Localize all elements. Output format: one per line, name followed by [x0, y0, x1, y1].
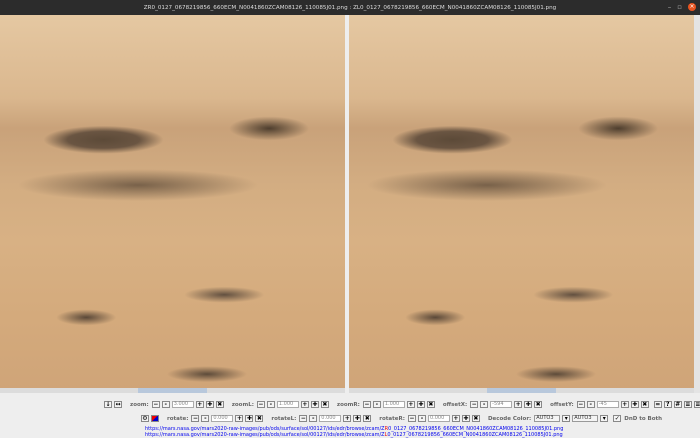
rotateL-increase[interactable]: + — [343, 415, 352, 422]
maximize-button[interactable]: ▫ — [677, 3, 682, 11]
decode-color-left-select[interactable]: AUTO3 — [534, 415, 561, 422]
grid-icon[interactable]: # — [673, 401, 682, 408]
zoomR-label: zoomR: — [336, 401, 360, 408]
rotateR-increase-more[interactable]: ✚ — [461, 415, 470, 422]
rotateL-decrease-more[interactable]: − — [299, 415, 308, 422]
zoomR-increase-more[interactable]: ✚ — [416, 401, 425, 408]
decode-color-label: Decode Color: — [487, 415, 532, 422]
zoomR-input[interactable]: 1.000 — [382, 401, 405, 408]
offsetY-reset[interactable]: ✖ — [640, 401, 649, 408]
rotateR-decrease[interactable]: - — [417, 415, 426, 422]
vertical-scrollbar[interactable] — [694, 15, 700, 393]
rotate-decrease[interactable]: - — [201, 415, 210, 422]
offsetX-decrease[interactable]: - — [480, 401, 489, 408]
zoom-decrease[interactable]: - — [161, 401, 170, 408]
rotate-increase-more[interactable]: ✚ — [245, 415, 254, 422]
chevron-down-icon[interactable]: ▾ — [562, 415, 571, 422]
rotateL-input[interactable]: 0.000 — [319, 415, 342, 422]
decode-color-right-select[interactable]: AUTO3 — [572, 415, 599, 422]
right-image-pane[interactable] — [349, 15, 694, 393]
zoomL-label: zoomL: — [231, 401, 254, 408]
offsetY-increase-more[interactable]: ✚ — [630, 401, 639, 408]
rotate-reset[interactable]: ✖ — [255, 415, 264, 422]
help-icon[interactable]: ? — [663, 401, 672, 408]
offsetX-increase[interactable]: + — [514, 401, 523, 408]
zoomL-increase[interactable]: + — [300, 401, 309, 408]
zoom-input[interactable]: 3.000 — [171, 401, 194, 408]
left-image-pane[interactable] — [0, 15, 345, 393]
zoomL-decrease-more[interactable]: − — [256, 401, 265, 408]
zoomL-input[interactable]: 1.000 — [276, 401, 299, 408]
rotateL-increase-more[interactable]: ✚ — [353, 415, 362, 422]
align-right-icon[interactable]: ≡ — [693, 401, 700, 408]
rotate-label: rotate: — [167, 415, 189, 422]
rotateL-decrease[interactable]: - — [309, 415, 318, 422]
zoom-increase-more[interactable]: ✚ — [205, 401, 214, 408]
chevron-down-icon[interactable]: ▾ — [600, 415, 609, 422]
link-suffix: 0_0127_0678219856_660ECM_N0041860ZCAM081… — [387, 432, 563, 438]
zoomR-increase[interactable]: + — [406, 401, 415, 408]
rotateR-reset[interactable]: ✖ — [471, 415, 480, 422]
rotateL-reset[interactable]: ✖ — [363, 415, 372, 422]
minimize-button[interactable]: – — [668, 3, 672, 11]
equal-icon[interactable]: = — [653, 401, 662, 408]
rotateR-input[interactable]: 0.000 — [427, 415, 450, 422]
offsetX-increase-more[interactable]: ✚ — [524, 401, 533, 408]
zoomR-decrease-more[interactable]: − — [362, 401, 371, 408]
dnd-checkbox[interactable]: ✓ — [613, 415, 622, 422]
rotateR-label: rotateR: — [379, 415, 405, 422]
offsetX-decrease-more[interactable]: − — [470, 401, 479, 408]
zoom-reset[interactable]: ✖ — [215, 401, 224, 408]
rotateL-label: rotateL: — [271, 415, 297, 422]
rotate-input[interactable]: 0.000 — [211, 415, 234, 422]
zoomL-increase-more[interactable]: ✚ — [310, 401, 319, 408]
rotate-increase[interactable]: + — [235, 415, 244, 422]
rotateR-decrease-more[interactable]: − — [407, 415, 416, 422]
rotateR-increase[interactable]: + — [451, 415, 460, 422]
zoomL-decrease[interactable]: - — [266, 401, 275, 408]
offsetY-input[interactable]: -45 — [596, 401, 619, 408]
left-image-link[interactable]: https://mars.nasa.gov/mars2020-raw-image… — [145, 432, 563, 438]
zoom-increase[interactable]: + — [195, 401, 204, 408]
offsetX-reset[interactable]: ✖ — [534, 401, 543, 408]
zoomR-reset[interactable]: ✖ — [426, 401, 435, 408]
zoomL-reset[interactable]: ✖ — [320, 401, 329, 408]
rotate-decrease-more[interactable]: − — [191, 415, 200, 422]
window-title: ZR0_0127_0678219856_660ECM_N0041860ZCAM0… — [143, 4, 557, 11]
zoom-decrease-more[interactable]: − — [151, 401, 160, 408]
link-prefix: https://mars.nasa.gov/mars2020-raw-image… — [145, 432, 385, 438]
offsetX-input[interactable]: -594 — [490, 401, 513, 408]
zoomR-decrease[interactable]: - — [372, 401, 381, 408]
title-bar: ZR0_0127_0678219856_660ECM_N0041860ZCAM0… — [0, 0, 700, 15]
right-horizontal-scrollbar[interactable] — [349, 388, 694, 393]
align-icon[interactable]: ≡ — [683, 401, 692, 408]
offsetY-increase[interactable]: + — [620, 401, 629, 408]
swap-icon[interactable]: ↔ — [114, 401, 122, 408]
offsetY-decrease[interactable]: - — [586, 401, 595, 408]
color-icon[interactable] — [151, 415, 159, 422]
close-button[interactable]: × — [688, 3, 696, 11]
dnd-label: DnD to Both — [624, 415, 663, 422]
offsetX-label: offsetX: — [442, 401, 468, 408]
zoom-label: zoom: — [130, 401, 149, 408]
left-horizontal-scrollbar[interactable] — [0, 388, 345, 393]
offsetY-label: offsetY: — [550, 401, 574, 408]
settings-icon[interactable]: ⚙ — [141, 415, 149, 422]
download-icon[interactable]: ↓ — [104, 401, 112, 408]
offsetY-decrease-more[interactable]: − — [576, 401, 585, 408]
